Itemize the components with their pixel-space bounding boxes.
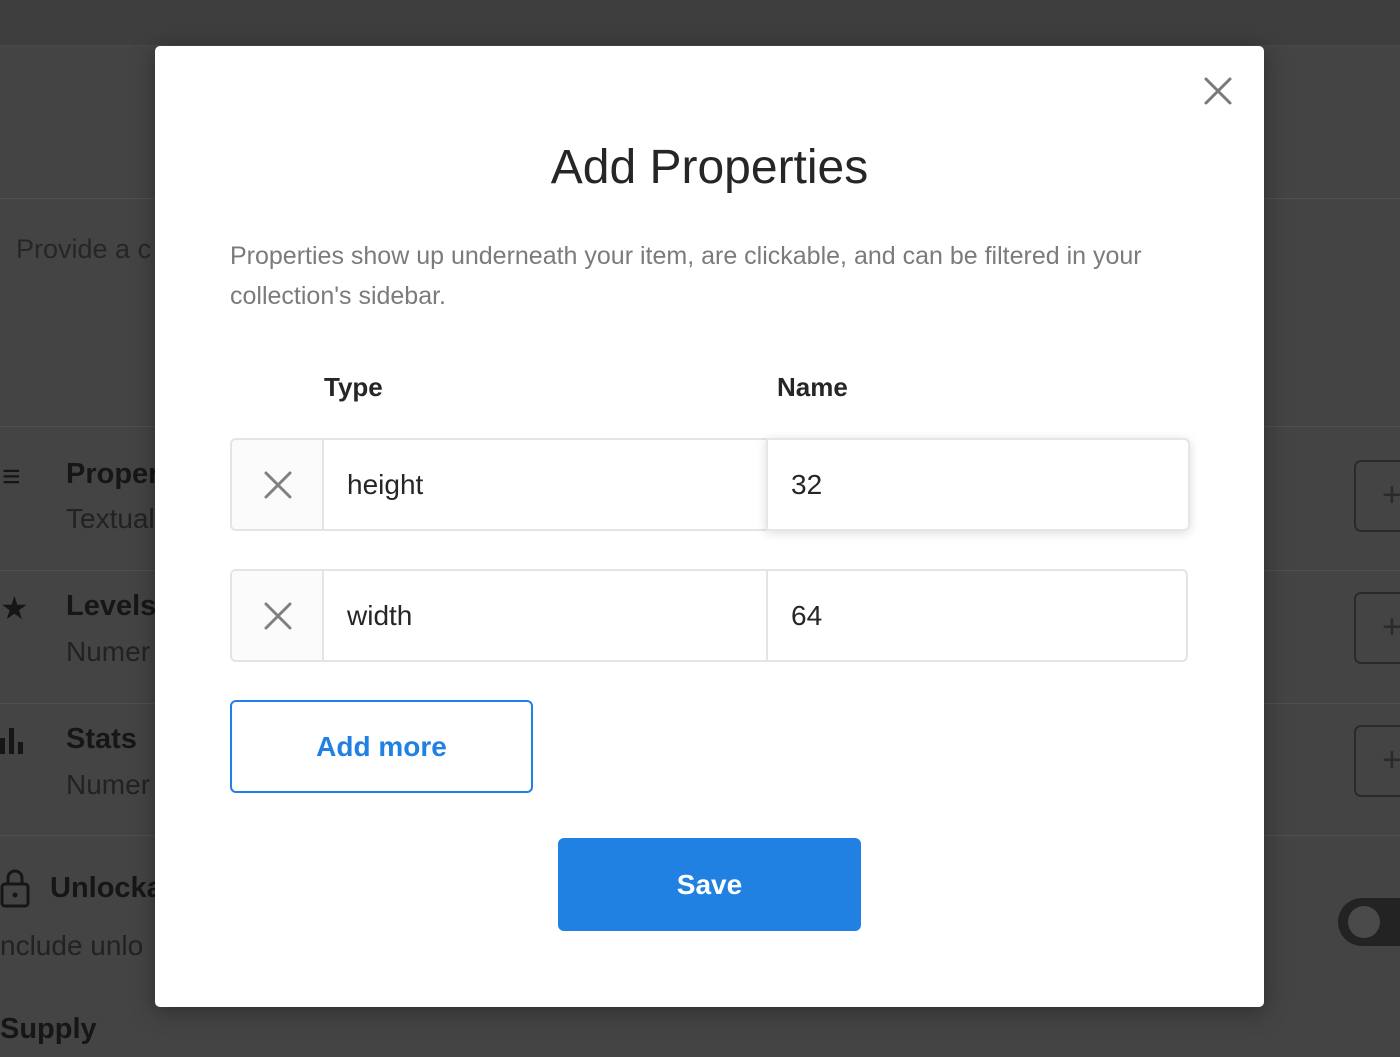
name-input[interactable]: [768, 571, 1186, 660]
close-icon: [264, 602, 292, 630]
type-field-wrapper: [324, 571, 768, 660]
property-row: [230, 438, 1190, 531]
remove-property-button[interactable]: [232, 440, 324, 529]
list-icon: ≡: [2, 458, 21, 494]
stats-section-title: Stats: [66, 723, 137, 755]
levels-section-subtitle: Numer: [66, 636, 151, 667]
name-input[interactable]: [768, 440, 1188, 529]
add-properties-modal: Add Properties Properties show up undern…: [155, 46, 1264, 1007]
background-description: Provide a c: [16, 234, 152, 264]
name-column-header: Name: [777, 372, 848, 402]
properties-section-title: Proper: [66, 458, 160, 490]
modal-description: Properties show up underneath your item,…: [230, 242, 1142, 310]
lock-icon: [0, 868, 30, 913]
properties-section-subtitle: Textual: [66, 503, 155, 534]
save-button[interactable]: Save: [558, 838, 861, 931]
type-input[interactable]: [324, 440, 766, 529]
add-properties-button[interactable]: +: [1354, 460, 1400, 532]
add-levels-button[interactable]: +: [1354, 592, 1400, 664]
add-stats-button[interactable]: +: [1354, 725, 1400, 797]
close-icon[interactable]: [1201, 74, 1235, 108]
star-icon: ★: [0, 590, 29, 626]
remove-property-button[interactable]: [232, 571, 324, 660]
bar-chart-icon: [0, 724, 28, 759]
unlockable-title: Unlocka: [50, 872, 163, 904]
stats-section-subtitle: Numer: [66, 769, 151, 800]
type-field-wrapper: [324, 440, 768, 529]
name-field-wrapper: [768, 571, 1186, 660]
close-icon: [264, 471, 292, 499]
levels-section-title: Levels: [66, 590, 157, 622]
add-more-button[interactable]: Add more: [230, 700, 533, 793]
background-top-bar: [0, 0, 1400, 46]
unlockable-toggle-knob: [1348, 906, 1380, 938]
type-input[interactable]: [324, 571, 766, 660]
type-column-header: Type: [324, 372, 383, 402]
name-field-wrapper: [766, 438, 1190, 531]
modal-title: Add Properties: [550, 141, 869, 194]
unlockable-subtitle: nclude unlo: [0, 930, 144, 961]
property-row: [230, 569, 1188, 662]
supply-label: Supply: [0, 1013, 97, 1045]
